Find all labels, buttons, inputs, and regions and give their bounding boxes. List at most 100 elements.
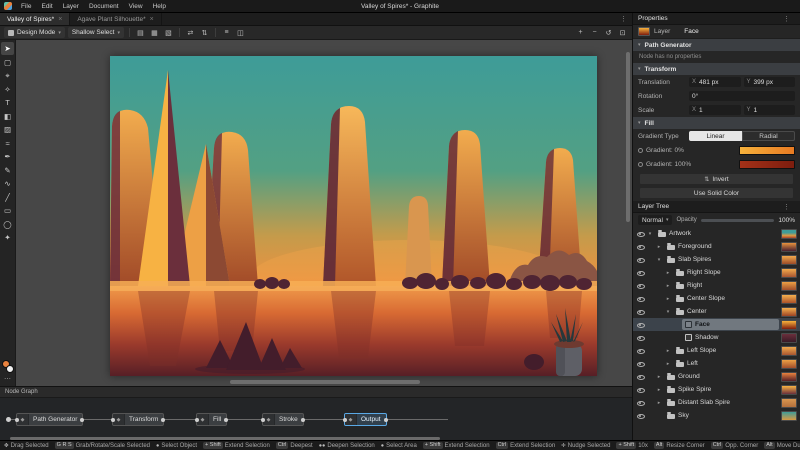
menu-edit[interactable]: Edit [36, 0, 57, 13]
visibility-eye-icon[interactable] [636, 333, 645, 342]
section-fill[interactable]: ▾ Fill [633, 117, 800, 129]
expand-arrow-icon[interactable]: ▸ [656, 400, 662, 406]
opacity-slider[interactable] [700, 218, 775, 222]
boolean-icon[interactable]: ◫ [235, 27, 246, 38]
gradient-stop-0-swatch[interactable] [739, 145, 795, 155]
ellipse-tool[interactable]: ◯ [1, 218, 14, 231]
expand-arrow-icon[interactable]: ▸ [656, 387, 662, 393]
visibility-eye-icon[interactable] [636, 268, 645, 277]
fit-view-icon[interactable]: ⊡ [617, 27, 628, 38]
node-output[interactable]: ◆ Output [343, 413, 388, 426]
node-transform[interactable]: ◆ Transform [110, 413, 166, 426]
section-path-generator[interactable]: ▾ Path Generator [633, 39, 800, 51]
visibility-eye-icon[interactable] [636, 281, 645, 290]
zoom-reset-icon[interactable]: ↺ [603, 27, 614, 38]
visibility-eye-icon[interactable] [636, 372, 645, 381]
close-tab-icon[interactable]: × [150, 16, 154, 23]
expand-arrow-icon[interactable]: ▾ [665, 309, 671, 315]
fill-tool[interactable]: ◧ [1, 110, 14, 123]
scale-y-field[interactable]: Y 1 [743, 105, 795, 115]
expand-arrow-icon[interactable]: ▾ [647, 231, 653, 237]
tabbar-options-icon[interactable]: ⋮ [615, 13, 632, 25]
grid-icon[interactable]: ▦ [149, 27, 160, 38]
pen-tool[interactable]: ✒ [1, 150, 14, 163]
artboard-tool[interactable]: ▢ [1, 56, 14, 69]
layer-row-face[interactable]: Face [633, 318, 800, 331]
visibility-eye-icon[interactable] [636, 307, 645, 316]
layer-row-foreground[interactable]: ▸ Foreground [633, 240, 800, 253]
navigate-tool[interactable]: ⌖ [1, 69, 14, 82]
canvas-vertical-scrollbar[interactable] [626, 52, 630, 222]
layer-row-spike-spire[interactable]: ▸ Spike Spire [633, 383, 800, 396]
tab-valley-of-spires[interactable]: Valley of Spires* × [0, 13, 71, 25]
select-tool[interactable]: ➤ [1, 42, 14, 55]
expand-arrow-icon[interactable]: ▸ [665, 361, 671, 367]
flip-horizontal-icon[interactable]: ⇄ [185, 27, 196, 38]
line-tool[interactable]: ╱ [1, 191, 14, 204]
layer-row-left-slope[interactable]: ▸ Left Slope [633, 344, 800, 357]
properties-options-icon[interactable]: ⋮ [778, 15, 795, 23]
working-colors[interactable] [1, 360, 14, 373]
selection-mode-dropdown[interactable]: Shallow Select ▾ [67, 27, 124, 38]
node-graph-canvas[interactable]: ◆ Path Generator ◆ Transform ◆ Fill ◆ St… [0, 398, 632, 441]
layer-row-shadow[interactable]: Shadow [633, 331, 800, 344]
expand-arrow-icon[interactable]: ▸ [665, 283, 671, 289]
visibility-eye-icon[interactable] [636, 320, 645, 329]
node-path-generator[interactable]: ◆ Path Generator [14, 413, 85, 426]
eyedropper-tool[interactable]: ✧ [1, 83, 14, 96]
layer-row-right-slope[interactable]: ▸ Right Slope [633, 266, 800, 279]
layer-row-center[interactable]: ▾ Center [633, 305, 800, 318]
visibility-eye-icon[interactable] [636, 411, 645, 420]
zoom-in-icon[interactable]: + [575, 27, 586, 38]
layer-row-center-slope[interactable]: ▸ Center Slope [633, 292, 800, 305]
visibility-eye-icon[interactable] [636, 359, 645, 368]
canvas-horizontal-scrollbar[interactable] [230, 380, 420, 384]
tool-overflow-icon[interactable]: ⋯ [4, 375, 11, 383]
graphite-logo-icon[interactable] [4, 2, 12, 10]
node-stroke[interactable]: ◆ Stroke [261, 413, 305, 426]
translation-y-field[interactable]: Y 399 px [743, 77, 795, 87]
layer-row-left[interactable]: ▸ Left [633, 357, 800, 370]
visibility-eye-icon[interactable] [636, 385, 645, 394]
visibility-eye-icon[interactable] [636, 242, 645, 251]
wire-start-port[interactable] [6, 417, 11, 422]
visibility-eye-icon[interactable] [636, 229, 645, 238]
expand-arrow-icon[interactable]: ▸ [665, 270, 671, 276]
menu-file[interactable]: File [16, 0, 36, 13]
layer-row-distant-slab-spire[interactable]: ▸ Distant Slab Spire [633, 396, 800, 409]
rectangle-tool[interactable]: ▭ [1, 204, 14, 217]
freehand-tool[interactable]: ✎ [1, 164, 14, 177]
node-fill[interactable]: ◆ Fill [194, 413, 229, 426]
expand-arrow-icon[interactable]: ▸ [665, 348, 671, 354]
layer-row-right[interactable]: ▸ Right [633, 279, 800, 292]
flip-vertical-icon[interactable]: ⇅ [199, 27, 210, 38]
gradient-tool[interactable]: ▨ [1, 123, 14, 136]
expand-arrow-icon[interactable]: ▸ [665, 296, 671, 302]
visibility-eye-icon[interactable] [636, 294, 645, 303]
radial-button[interactable]: Radial [742, 131, 795, 141]
align-icon[interactable]: ≡ [221, 27, 232, 38]
text-tool[interactable]: T [1, 96, 14, 109]
visibility-eye-icon[interactable] [636, 346, 645, 355]
zoom-out-icon[interactable]: − [589, 27, 600, 38]
close-tab-icon[interactable]: × [58, 16, 62, 23]
layer-tree-options-icon[interactable]: ⋮ [778, 203, 795, 211]
menu-view[interactable]: View [124, 0, 148, 13]
expand-arrow-icon[interactable]: ▾ [656, 257, 662, 263]
viewport-canvas[interactable] [16, 40, 632, 386]
layer-row-sky[interactable]: Sky [633, 409, 800, 422]
expand-arrow-icon[interactable]: ▸ [656, 374, 662, 380]
visibility-eye-icon[interactable] [636, 255, 645, 264]
use-solid-color-button[interactable]: Use Solid Color [639, 187, 794, 199]
rotation-field[interactable]: 0° [689, 91, 795, 101]
visibility-eye-icon[interactable] [636, 398, 645, 407]
secondary-color-swatch[interactable] [5, 365, 14, 373]
scale-x-field[interactable]: X 1 [689, 105, 741, 115]
overlays-icon[interactable]: ▧ [163, 27, 174, 38]
shape-tool[interactable]: ✦ [1, 231, 14, 244]
tab-agave-plant-silhouette[interactable]: Agave Plant Silhouette* × [70, 13, 162, 25]
gradient-stop-icon[interactable] [638, 147, 643, 153]
translation-x-field[interactable]: X 481 px [689, 77, 741, 87]
blend-mode-dropdown[interactable]: Normal ▾ [638, 215, 673, 225]
section-transform[interactable]: ▾ Transform [633, 63, 800, 75]
